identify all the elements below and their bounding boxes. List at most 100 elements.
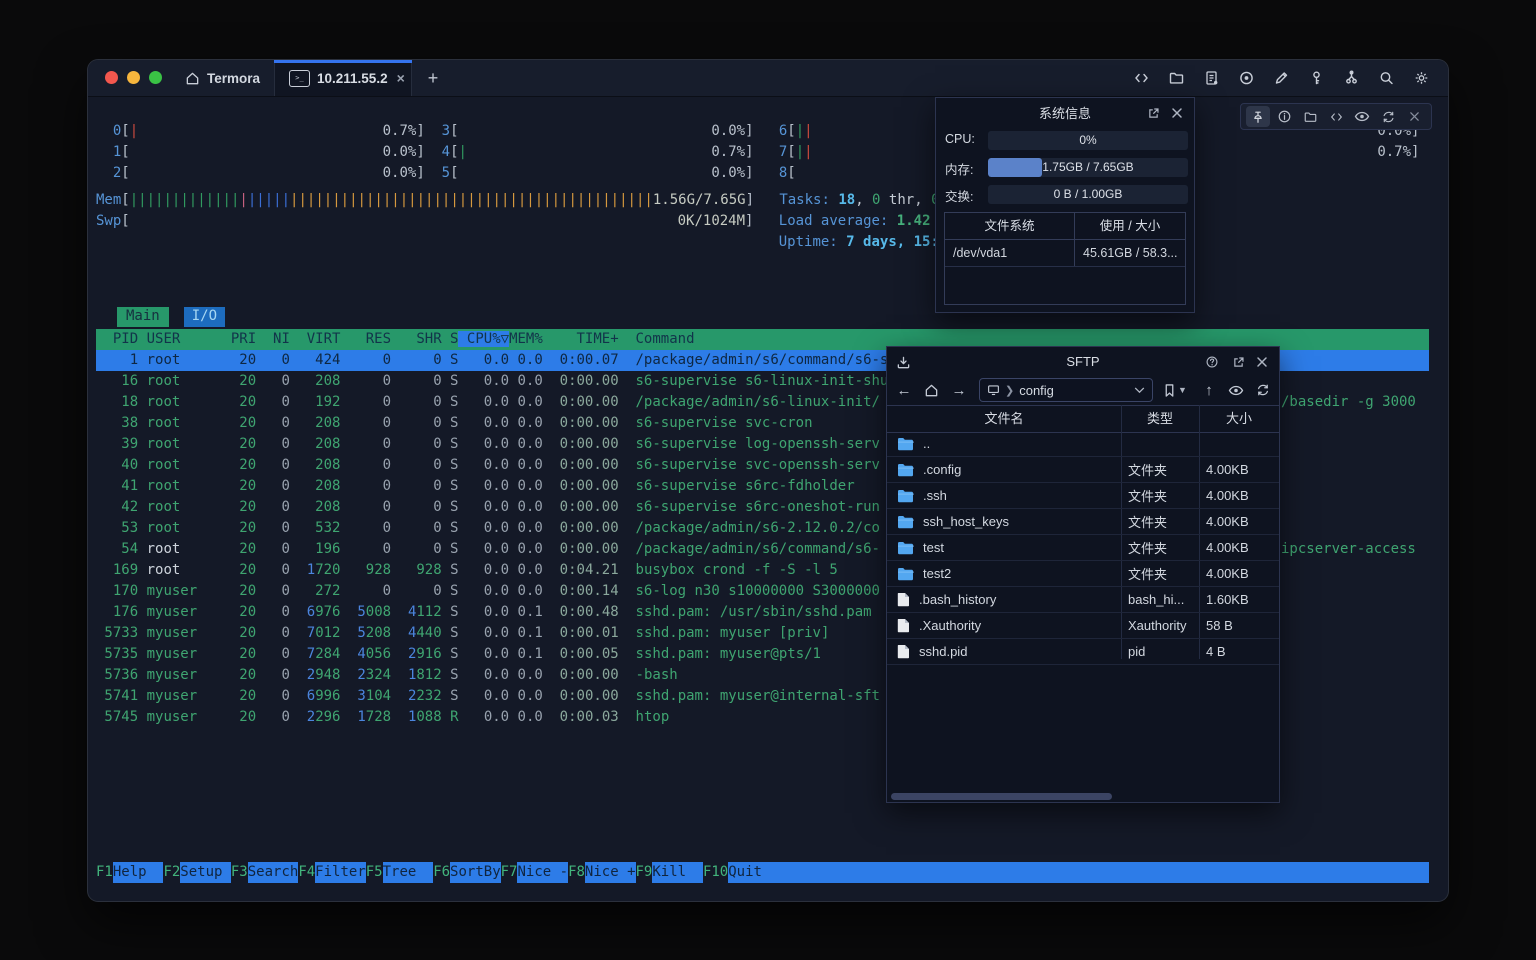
folder-icon bbox=[897, 463, 914, 477]
close-icon[interactable] bbox=[1253, 353, 1271, 371]
close-traffic-light[interactable] bbox=[105, 71, 118, 84]
tab-close-icon[interactable]: × bbox=[397, 70, 405, 86]
key-icon[interactable] bbox=[1303, 65, 1329, 91]
close-icon[interactable] bbox=[1168, 104, 1186, 122]
fnkey-f7[interactable]: F7 bbox=[501, 862, 518, 883]
code-icon[interactable] bbox=[1324, 106, 1348, 127]
fnkey-label[interactable]: Filter bbox=[315, 862, 366, 883]
bookmark-button[interactable]: ▼ bbox=[1163, 379, 1187, 401]
file-row[interactable]: .XauthorityXauthority58 B bbox=[887, 613, 1279, 639]
code-icon[interactable] bbox=[1128, 65, 1154, 91]
meter-bar: 0 B / 1.00GB bbox=[988, 185, 1188, 204]
search-icon[interactable] bbox=[1373, 65, 1399, 91]
column-size[interactable]: 大小 bbox=[1199, 406, 1279, 432]
path-breadcrumb[interactable]: ❯ config bbox=[979, 378, 1153, 402]
column-filename[interactable]: 文件名 bbox=[887, 406, 1121, 432]
file-type: 文件夹 bbox=[1121, 538, 1199, 557]
home-icon[interactable] bbox=[920, 379, 942, 401]
pin-icon[interactable] bbox=[1246, 106, 1270, 127]
fnkey-f6[interactable]: F6 bbox=[433, 862, 450, 883]
fnbar-filler bbox=[779, 862, 1429, 883]
file-type: bash_hi... bbox=[1121, 592, 1199, 607]
file-row[interactable]: .config文件夹4.00KB bbox=[887, 457, 1279, 483]
keychain-icon[interactable] bbox=[1338, 65, 1364, 91]
folder-icon bbox=[897, 437, 914, 451]
fnkey-label[interactable]: SortBy bbox=[450, 862, 501, 883]
tab-session[interactable]: >_ 10.211.55.2 × bbox=[274, 60, 412, 96]
folder-icon[interactable] bbox=[1163, 65, 1189, 91]
meter-label: 内存: bbox=[945, 159, 973, 178]
chevron-down-icon[interactable] bbox=[1134, 387, 1145, 394]
app-home-button[interactable]: Termora bbox=[185, 60, 260, 96]
file-size: 4.00KB bbox=[1199, 566, 1279, 581]
fs-usage: 45.61GB / 58.3... bbox=[1075, 240, 1185, 266]
horizontal-scrollbar[interactable] bbox=[891, 793, 1112, 800]
current-directory: config bbox=[1019, 383, 1054, 398]
fnkey-label[interactable]: Nice - bbox=[517, 862, 568, 883]
file-row[interactable]: .ssh文件夹4.00KB bbox=[887, 483, 1279, 509]
file-type: 文件夹 bbox=[1121, 564, 1199, 583]
file-size: 4.00KB bbox=[1199, 462, 1279, 477]
file-row[interactable]: .bash_historybash_hi...1.60KB bbox=[887, 587, 1279, 613]
info-icon[interactable] bbox=[1272, 106, 1296, 127]
open-in-window-icon[interactable] bbox=[1229, 353, 1247, 371]
folder-icon[interactable] bbox=[1298, 106, 1322, 127]
htop-tab-bar: Main I/O bbox=[96, 307, 225, 327]
tab-title: 10.211.55.2 bbox=[317, 71, 388, 86]
forward-icon[interactable]: → bbox=[948, 379, 970, 401]
file-row[interactable]: test2文件夹4.00KB bbox=[887, 561, 1279, 587]
maximize-traffic-light[interactable] bbox=[149, 71, 162, 84]
open-in-window-icon[interactable] bbox=[1144, 104, 1162, 122]
breadcrumb-separator: ❯ bbox=[1005, 384, 1014, 397]
htop-tab-main[interactable]: Main bbox=[117, 307, 169, 327]
help-icon[interactable] bbox=[1203, 353, 1221, 371]
fnkey-f8[interactable]: F8 bbox=[568, 862, 585, 883]
file-row[interactable]: sshd.pidpid4 B bbox=[887, 639, 1279, 665]
fnkey-f5[interactable]: F5 bbox=[366, 862, 383, 883]
fnkey-f9[interactable]: F9 bbox=[636, 862, 653, 883]
fnkey-label[interactable]: Nice + bbox=[585, 862, 636, 883]
fnkey-label[interactable]: Setup bbox=[180, 862, 231, 883]
app-name: Termora bbox=[207, 71, 260, 86]
table-row[interactable]: /dev/vda1 45.61GB / 58.3... bbox=[945, 240, 1185, 267]
file-row[interactable]: test文件夹4.00KB bbox=[887, 535, 1279, 561]
fnkey-f3[interactable]: F3 bbox=[231, 862, 248, 883]
fnkey-f1[interactable]: F1 bbox=[96, 862, 113, 883]
download-icon[interactable] bbox=[894, 353, 912, 371]
fnkey-f4[interactable]: F4 bbox=[298, 862, 315, 883]
log-icon[interactable] bbox=[1198, 65, 1224, 91]
file-type: 文件夹 bbox=[1121, 460, 1199, 479]
upload-icon[interactable]: ↑ bbox=[1198, 379, 1220, 401]
side-toolbar bbox=[1240, 103, 1432, 130]
fnkey-f10[interactable]: F10 bbox=[703, 862, 728, 883]
fnkey-label[interactable]: Help bbox=[113, 862, 164, 883]
minimize-traffic-light[interactable] bbox=[127, 71, 140, 84]
sync-icon[interactable] bbox=[1376, 106, 1400, 127]
fnkey-label[interactable]: Tree bbox=[383, 862, 434, 883]
edit-icon[interactable] bbox=[1268, 65, 1294, 91]
file-name: .. bbox=[923, 436, 930, 451]
record-icon[interactable] bbox=[1233, 65, 1259, 91]
file-icon bbox=[897, 644, 910, 659]
fnkey-label[interactable]: Kill bbox=[652, 862, 703, 883]
back-icon[interactable]: ← bbox=[893, 379, 915, 401]
fnkey-label[interactable]: Quit bbox=[728, 862, 779, 883]
eye-icon[interactable] bbox=[1350, 106, 1374, 127]
htop-tab-io[interactable]: I/O bbox=[184, 307, 225, 327]
settings-icon[interactable] bbox=[1408, 65, 1434, 91]
new-tab-button[interactable]: + bbox=[420, 65, 446, 91]
caret-down-icon[interactable]: ▼ bbox=[1178, 385, 1187, 395]
titlebar-actions bbox=[1128, 60, 1434, 96]
fnkey-f2[interactable]: F2 bbox=[163, 862, 180, 883]
close-icon[interactable] bbox=[1402, 106, 1426, 127]
file-row[interactable]: .. bbox=[887, 431, 1279, 457]
file-row[interactable]: ssh_host_keys文件夹4.00KB bbox=[887, 509, 1279, 535]
fnkey-label[interactable]: Search bbox=[248, 862, 299, 883]
column-type[interactable]: 类型 bbox=[1121, 406, 1199, 432]
screen: Termora >_ 10.211.55.2 × + 0[| bbox=[0, 0, 1536, 960]
show-hidden-icon[interactable] bbox=[1225, 379, 1247, 401]
titlebar: Termora >_ 10.211.55.2 × + bbox=[88, 60, 1448, 97]
file-type: 文件夹 bbox=[1121, 512, 1199, 531]
file-name: .ssh bbox=[923, 488, 947, 503]
refresh-icon[interactable] bbox=[1252, 379, 1274, 401]
